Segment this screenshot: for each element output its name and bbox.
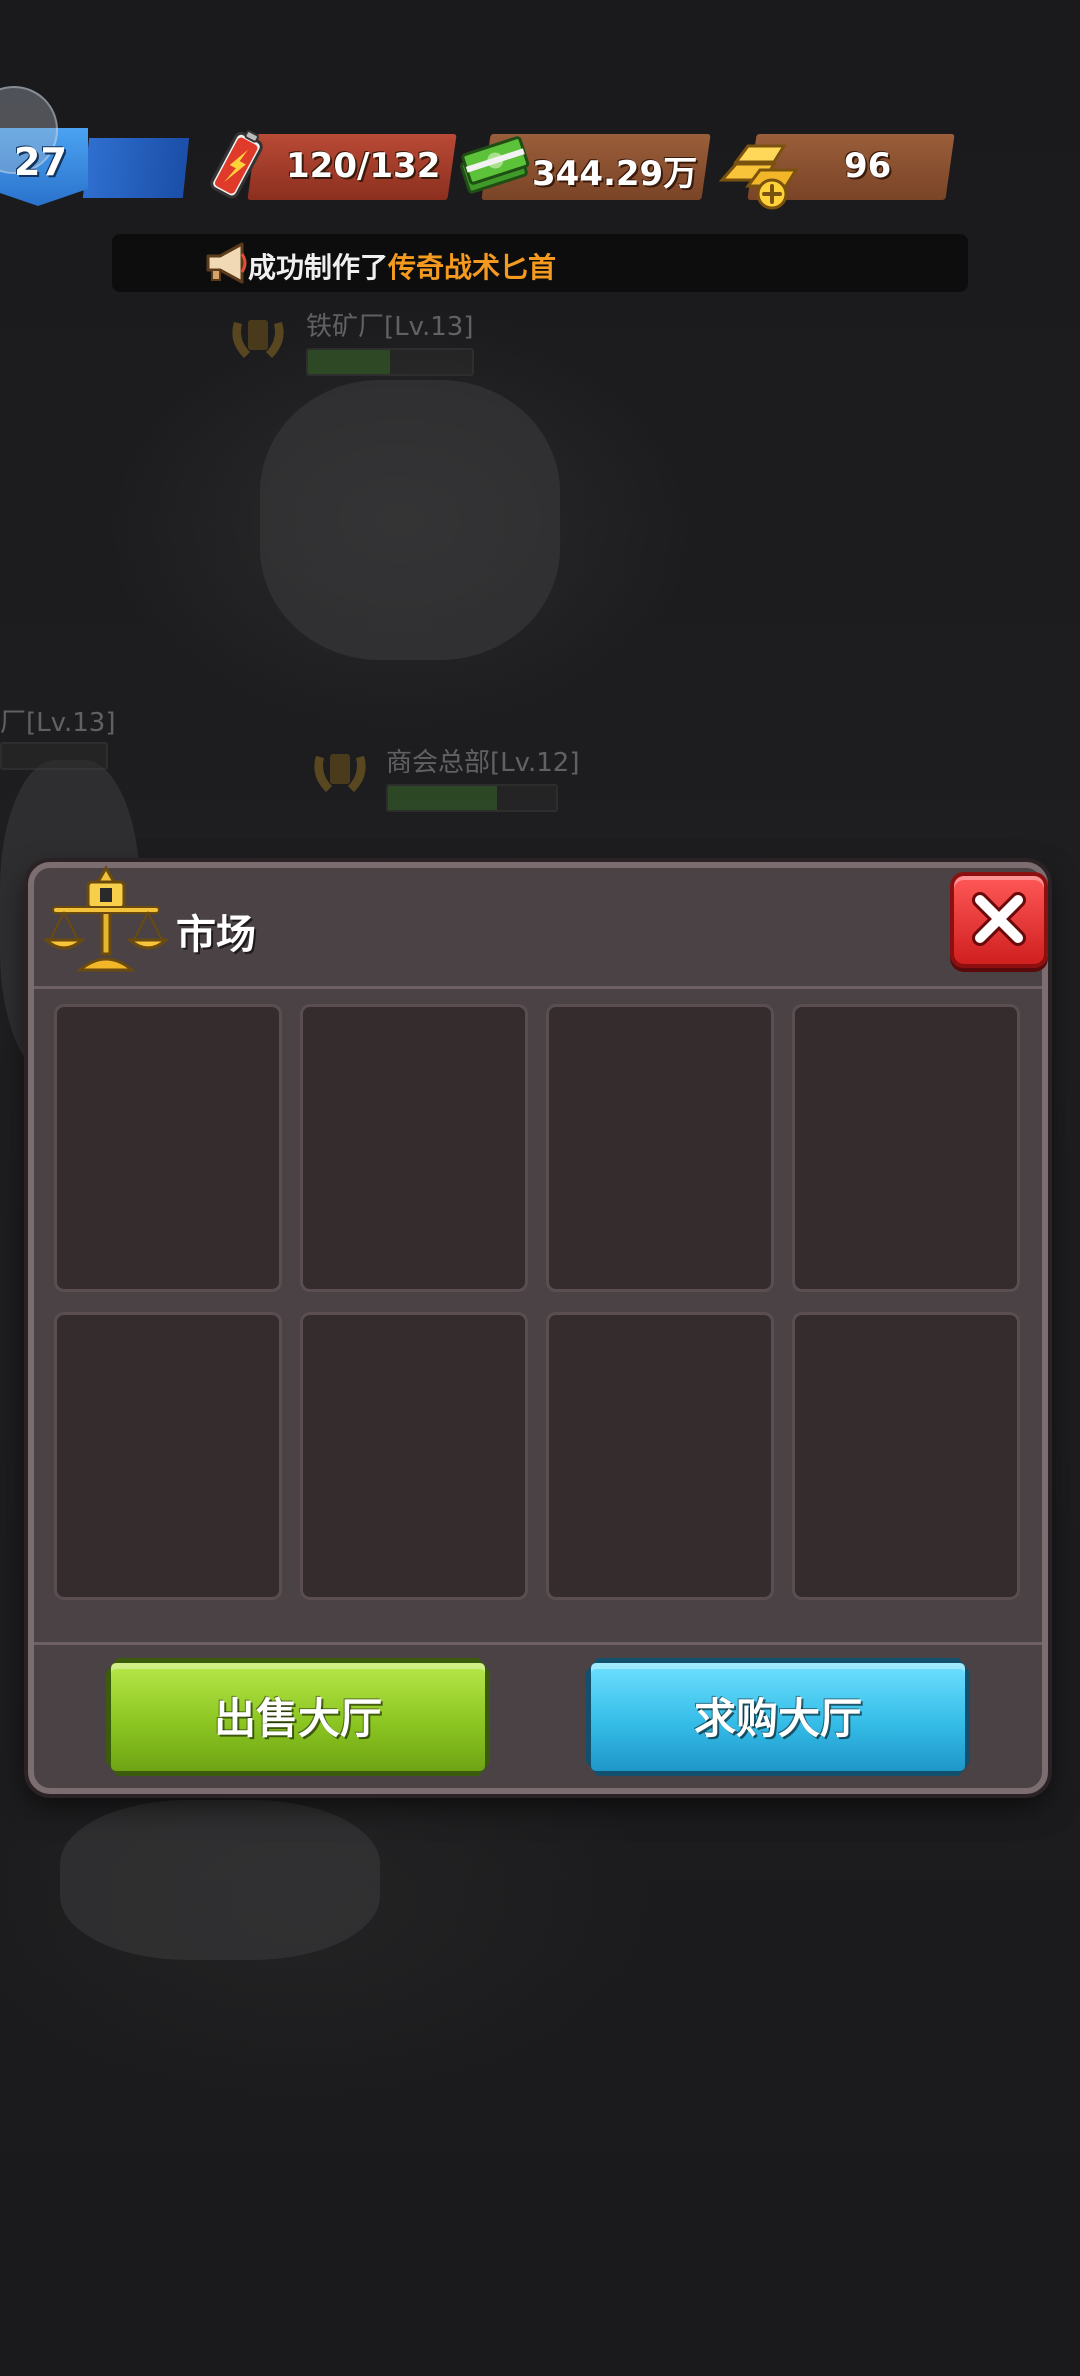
market-slot[interactable] [300,1004,528,1292]
bg-building-label: 厂[Lv.13] [0,708,116,738]
bg-building-progress [0,742,108,770]
gold-value: 96 [844,146,892,186]
balance-scale-icon [44,864,168,972]
laurel-emblem-icon [314,754,366,792]
announcement-text: 成功制作了传奇战术匕首 [248,246,556,286]
announcement-item-name: 传奇战术匕首 [388,251,557,284]
energy-counter[interactable]: 120/132 [247,134,457,200]
market-slot[interactable] [54,1312,282,1600]
market-slot[interactable] [792,1004,1020,1292]
market-slot[interactable] [792,1312,1020,1600]
market-slot[interactable] [546,1312,774,1600]
top-hud: 27 120/132 344.29万 96 [0,86,1080,210]
close-button[interactable] [950,872,1048,968]
cash-value: 344.29万 [532,154,698,194]
energy-value: 120/132 [286,146,441,186]
background-building-shape [60,1800,380,1960]
gold-bars-plus-icon[interactable] [714,128,804,212]
market-slot[interactable] [300,1312,528,1600]
background-building-shape [260,380,560,660]
battery-icon [210,130,263,199]
buy-hall-button[interactable]: 求购大厅 [586,1658,970,1776]
bg-building-factory[interactable]: 厂[Lv.13] [0,700,120,780]
cash-stack-icon [460,136,530,194]
bg-building-label: 铁矿厂[Lv.13] [306,312,474,342]
market-dialog-divider [34,1642,1042,1645]
megaphone-icon [206,242,247,284]
market-dialog-header: 市场 [34,864,1048,989]
laurel-emblem-icon [232,320,284,358]
bg-building-iron-mine[interactable]: 铁矿厂[Lv.13] [224,306,484,386]
market-slot[interactable] [546,1004,774,1292]
sell-hall-button[interactable]: 出售大厅 [106,1658,490,1776]
market-slot-grid [54,1004,1024,1624]
player-level: 27 [14,140,67,184]
bg-building-progress-fill [308,350,390,374]
bg-building-progress [386,784,558,812]
bg-building-progress-fill [388,786,498,810]
market-dialog: 市场 出售大厅 求购大厅 [28,862,1048,1794]
level-progress-bar [82,138,190,198]
bg-building-chamber-hq[interactable]: 商会总部[Lv.12] [306,740,606,820]
close-x-icon [972,892,1026,946]
bg-building-progress [306,348,474,376]
announcement-bar[interactable]: 成功制作了传奇战术匕首 [112,234,968,292]
bg-building-label: 商会总部[Lv.12] [386,748,580,778]
market-title: 市场 [176,912,256,958]
game-screen: 铁矿厂[Lv.13] 厂[Lv.13] 商会总部[Lv.12] 27 120/1… [0,0,1080,2376]
market-slot[interactable] [54,1004,282,1292]
announcement-prefix: 成功制作了 [248,251,389,284]
